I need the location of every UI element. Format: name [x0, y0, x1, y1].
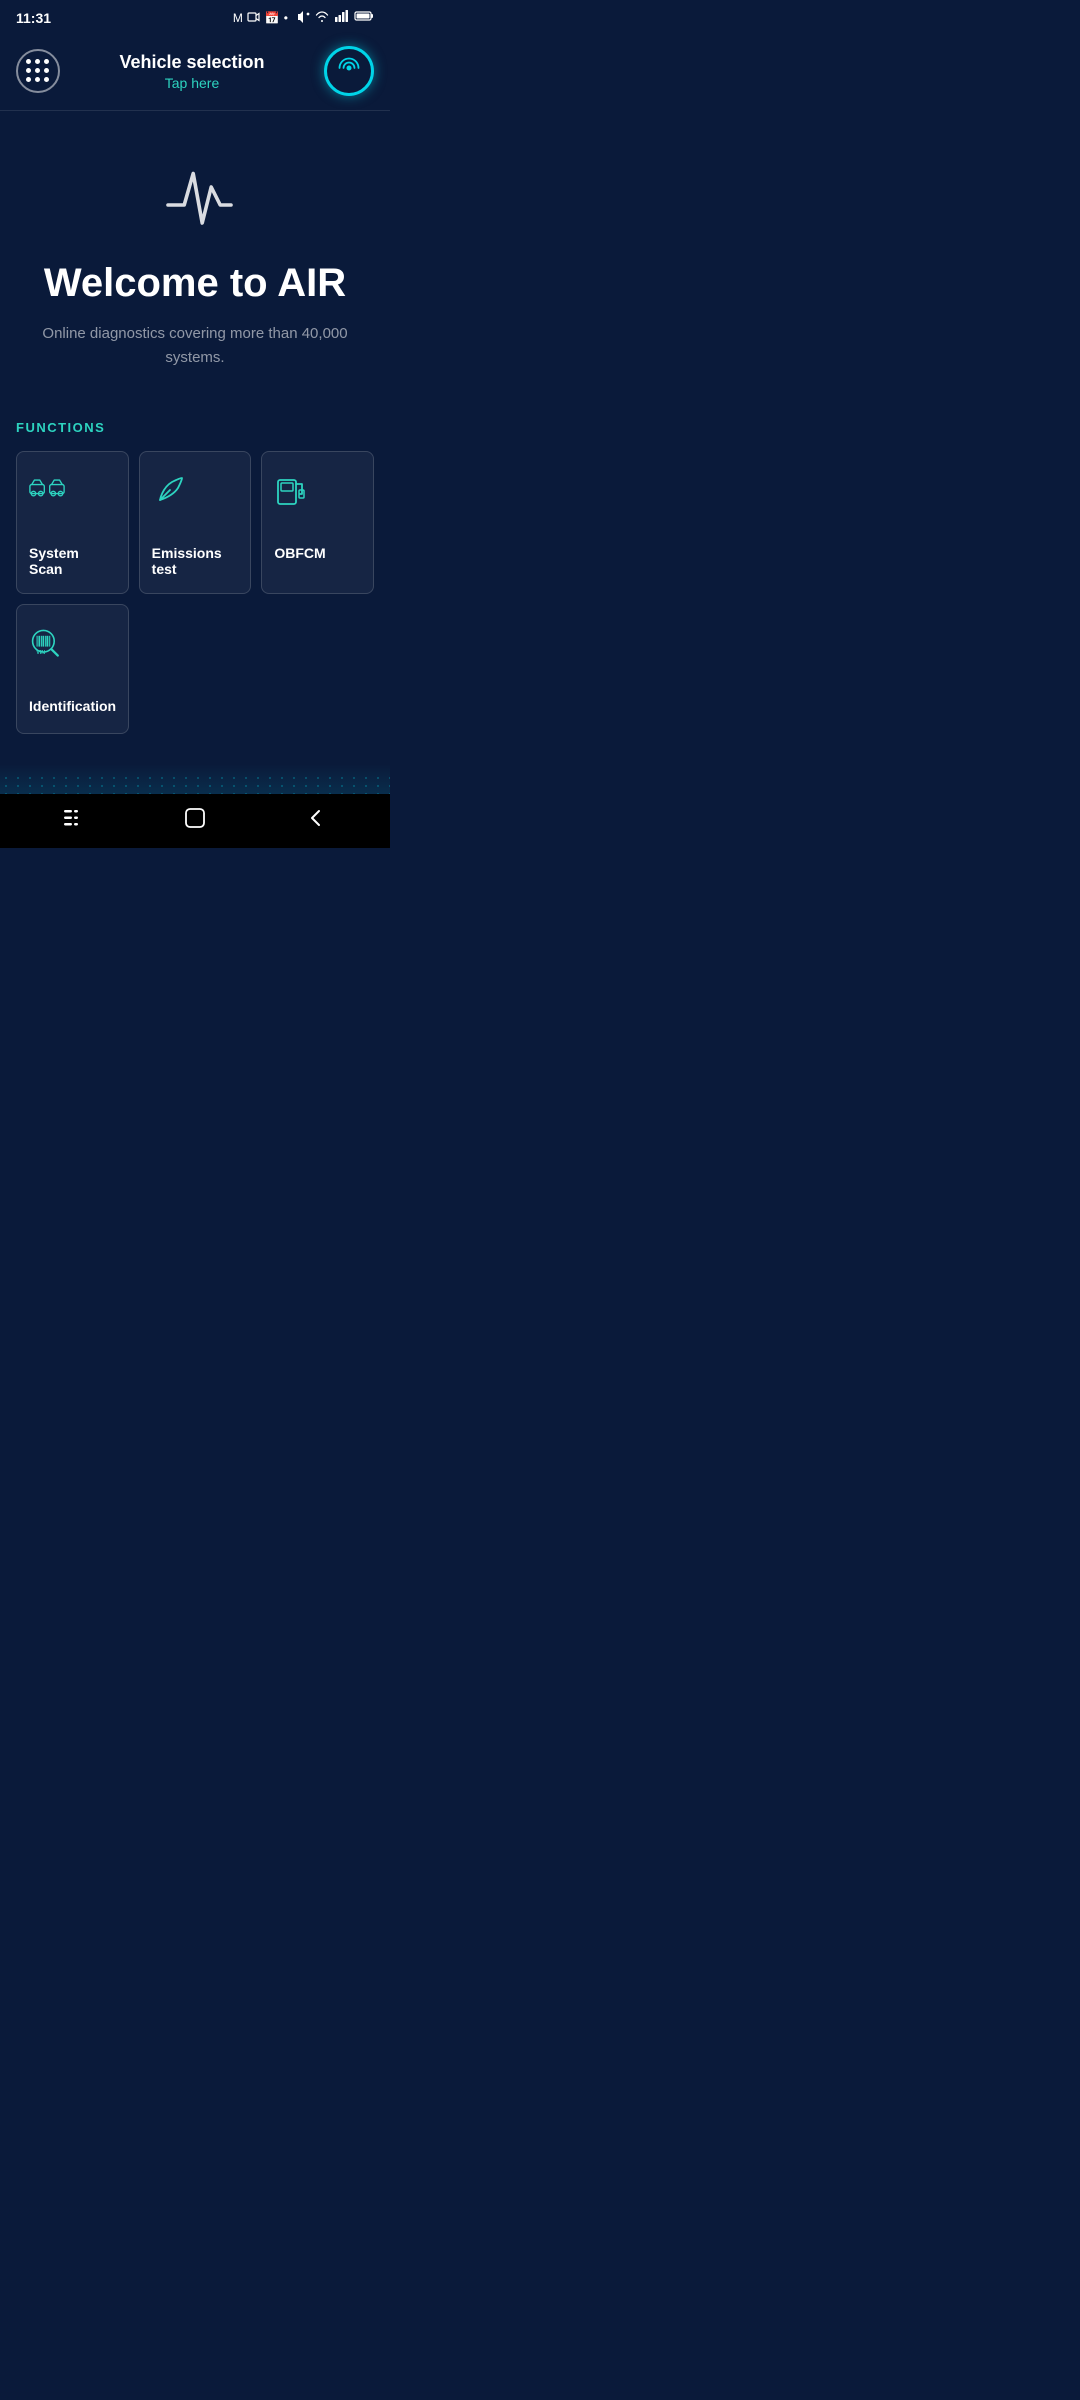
header-title: Vehicle selection: [119, 52, 264, 73]
svg-text:VIN: VIN: [36, 650, 45, 656]
app-title: Welcome to AIR: [44, 261, 346, 306]
identification-label: Identification: [29, 698, 116, 714]
nav-menu-icon[interactable]: [63, 809, 85, 833]
mute-icon: [296, 9, 310, 28]
system-scan-card[interactable]: System Scan: [16, 451, 129, 594]
emissions-test-card[interactable]: Emissions test: [139, 451, 252, 594]
status-time: 11:31: [16, 10, 51, 26]
functions-section: FUNCTIONS System Scan: [0, 400, 390, 754]
wifi-connect-button[interactable]: [324, 46, 374, 96]
wifi-radio-icon: [336, 55, 362, 87]
bottom-decoration: [0, 764, 390, 794]
hero-section: Welcome to AIR Online diagnostics coveri…: [0, 111, 390, 400]
nav-home-icon[interactable]: [184, 807, 206, 835]
menu-button[interactable]: [16, 49, 60, 93]
obfcm-label: OBFCM: [274, 545, 325, 561]
status-icons: M 📅 •: [233, 9, 374, 28]
system-scan-label: System Scan: [29, 545, 116, 577]
status-bar: 11:31 M 📅 •: [0, 0, 390, 36]
nav-back-icon[interactable]: [305, 807, 327, 835]
battery-icon: [354, 9, 374, 28]
functions-row2: VIN Identification: [16, 604, 374, 734]
meet-icon: [247, 10, 261, 27]
signal-icon: [334, 9, 350, 28]
leaf-icon: [152, 472, 188, 515]
dot-icon: •: [284, 11, 288, 25]
header: Vehicle selection Tap here: [0, 36, 390, 111]
obfcm-card[interactable]: OBFCM: [261, 451, 374, 594]
gmail-icon: M: [233, 11, 243, 25]
functions-label: FUNCTIONS: [16, 420, 374, 435]
identification-card[interactable]: VIN Identification: [16, 604, 129, 734]
app-description: Online diagnostics covering more than 40…: [24, 322, 366, 370]
dots-pattern: [0, 774, 390, 794]
emissions-test-label: Emissions test: [152, 545, 239, 577]
calendar-icon: 📅: [265, 11, 280, 25]
vin-scan-icon: VIN: [29, 625, 65, 668]
wifi-status-icon: [314, 9, 330, 28]
app-logo-icon: [150, 151, 240, 241]
car-scan-icon: [29, 472, 65, 515]
nav-bar: [0, 794, 390, 848]
grid-menu-icon: [26, 59, 50, 83]
header-center[interactable]: Vehicle selection Tap here: [119, 52, 264, 91]
functions-grid: System Scan Emissions test: [16, 451, 374, 594]
fuel-station-icon: [274, 472, 310, 515]
header-subtitle: Tap here: [119, 75, 264, 91]
